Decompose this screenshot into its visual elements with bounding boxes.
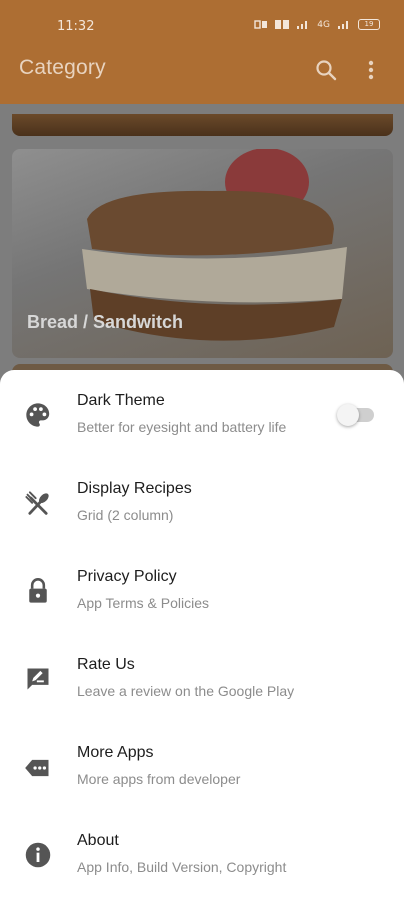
menu-item-dark-theme[interactable]: Dark Theme Better for eyesight and batte… xyxy=(0,370,404,458)
menu-item-subtitle: More apps from developer xyxy=(77,771,241,787)
menu-item-subtitle: App Info, Build Version, Copyright xyxy=(77,859,287,875)
menu-item-title: Privacy Policy xyxy=(77,568,177,585)
palette-icon xyxy=(26,403,50,427)
status-icons: 4G 19 xyxy=(254,19,380,30)
category-card-partial[interactable] xyxy=(12,114,393,136)
menu-item-title: Rate Us xyxy=(77,656,135,673)
menu-item-title: Display Recipes xyxy=(77,480,192,497)
menu-item-subtitle: Grid (2 column) xyxy=(77,507,174,523)
data-icon xyxy=(254,20,268,29)
utensils-icon xyxy=(25,491,49,515)
more-apps-icon xyxy=(25,759,49,777)
signal-icon-2 xyxy=(338,21,348,29)
network-type: 4G xyxy=(317,19,330,30)
rate-review-icon xyxy=(27,668,49,690)
page-title: Category xyxy=(19,56,106,79)
app-bar: 11:32 4G 19 Category xyxy=(0,0,404,104)
battery-icon: 19 xyxy=(358,19,380,30)
menu-item-title: More Apps xyxy=(77,744,154,761)
more-vert-icon[interactable] xyxy=(359,58,383,82)
settings-bottom-sheet: Dark Theme Better for eyesight and batte… xyxy=(0,370,404,900)
category-card[interactable]: Bread / Sandwitch xyxy=(12,149,393,358)
menu-item-subtitle: Leave a review on the Google Play xyxy=(77,683,295,699)
info-icon xyxy=(25,842,51,868)
lock-icon xyxy=(29,578,47,603)
menu-item-more-apps[interactable]: More Apps More apps from developer xyxy=(0,722,404,810)
wifi-icon xyxy=(275,20,290,29)
signal-icon xyxy=(297,21,308,29)
status-time: 11:32 xyxy=(57,19,95,34)
battery-level: 19 xyxy=(364,20,374,28)
dark-theme-toggle[interactable] xyxy=(337,404,374,426)
category-card-label: Bread / Sandwitch xyxy=(27,312,184,332)
menu-item-privacy-policy[interactable]: Privacy Policy App Terms & Policies xyxy=(0,546,404,634)
menu-item-title: Dark Theme xyxy=(77,392,165,409)
toggle-knob xyxy=(337,404,359,426)
search-icon[interactable] xyxy=(314,58,338,82)
menu-item-about[interactable]: About App Info, Build Version, Copyright xyxy=(0,810,404,898)
menu-item-rate-us[interactable]: Rate Us Leave a review on the Google Pla… xyxy=(0,634,404,722)
menu-item-subtitle: App Terms & Policies xyxy=(77,595,210,611)
menu-item-title: About xyxy=(77,832,119,849)
menu-item-subtitle: Better for eyesight and battery life xyxy=(77,419,287,435)
menu-item-display-recipes[interactable]: Display Recipes Grid (2 column) xyxy=(0,458,404,546)
